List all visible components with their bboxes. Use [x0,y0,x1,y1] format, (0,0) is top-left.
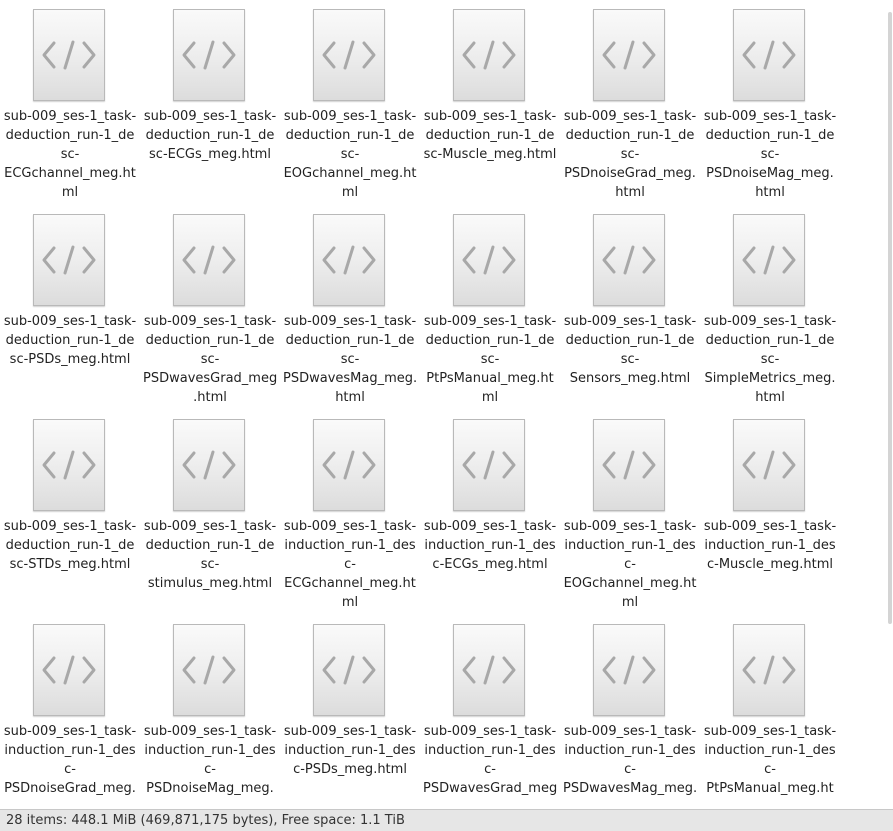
file-name-label: sub-009_ses-1_task- deduction_run-1_de s… [703,314,837,405]
html-file-icon [593,9,665,101]
file-name-label: sub-009_ses-1_task- deduction_run-1_de s… [3,314,137,367]
file-name-label: sub-009_ses-1_task- deduction_run-1_de s… [3,109,137,200]
html-file-icon [33,9,105,101]
file-name-label: sub-009_ses-1_task- deduction_run-1_de s… [423,109,557,162]
file-name-label: sub-009_ses-1_task- induction_run-1_des … [563,724,698,796]
file-name-label: sub-009_ses-1_task- deduction_run-1_de s… [143,109,277,162]
html-file-icon [593,624,665,716]
vertical-scrollbar[interactable] [887,0,893,809]
file-name-label: sub-009_ses-1_task- induction_run-1_des … [703,519,837,572]
file-name-label: sub-009_ses-1_task- deduction_run-1_de s… [563,109,697,200]
html-file-icon [173,419,245,511]
html-file-icon [453,624,525,716]
file-name-label: sub-009_ses-1_task- induction_run-1_des … [423,724,558,796]
file-name-label: sub-009_ses-1_task- deduction_run-1_de s… [3,519,137,572]
file-name-label: sub-009_ses-1_task- induction_run-1_des … [143,724,277,796]
html-file-icon [33,419,105,511]
html-file-icon [453,214,525,306]
html-file-icon [173,9,245,101]
file-icon-view[interactable]: sub-009_ses-1_task- deduction_run-1_de s… [0,0,893,809]
html-file-icon [173,214,245,306]
file-name-label: sub-009_ses-1_task- deduction_run-1_de s… [283,314,418,405]
html-file-icon [33,624,105,716]
file-name-label: sub-009_ses-1_task- deduction_run-1_de s… [283,109,417,200]
file-name-label: sub-009_ses-1_task- induction_run-1_des … [283,519,417,610]
html-file-icon [733,214,805,306]
html-file-icon [453,419,525,511]
status-text: 28 items: 448.1 MiB (469,871,175 bytes),… [6,813,405,828]
html-file-icon [313,9,385,101]
html-file-icon [313,624,385,716]
file-name-label: sub-009_ses-1_task- deduction_run-1_de s… [143,519,277,591]
file-name-label: sub-009_ses-1_task- deduction_run-1_de s… [423,314,557,405]
html-file-icon [733,624,805,716]
html-file-icon [313,214,385,306]
html-file-icon [33,214,105,306]
html-file-icon [733,9,805,101]
html-file-icon [733,419,805,511]
file-name-label: sub-009_ses-1_task- deduction_run-1_de s… [563,314,697,386]
html-file-icon [453,9,525,101]
file-name-label: sub-009_ses-1_task- induction_run-1_des … [563,519,697,610]
scrollbar-thumb[interactable] [888,12,892,624]
file-name-label: sub-009_ses-1_task- deduction_run-1_de s… [143,314,278,405]
file-name-label: sub-009_ses-1_task- induction_run-1_des … [283,724,417,777]
html-file-icon [593,419,665,511]
file-name-label: sub-009_ses-1_task- induction_run-1_des … [3,724,137,796]
file-name-label: sub-009_ses-1_task- induction_run-1_des … [703,724,837,796]
html-file-icon [173,624,245,716]
html-file-icon [593,214,665,306]
file-name-label: sub-009_ses-1_task- deduction_run-1_de s… [703,109,837,200]
file-name-label: sub-009_ses-1_task- induction_run-1_des … [423,519,557,572]
html-file-icon [313,419,385,511]
status-bar: 28 items: 448.1 MiB (469,871,175 bytes),… [0,809,893,831]
